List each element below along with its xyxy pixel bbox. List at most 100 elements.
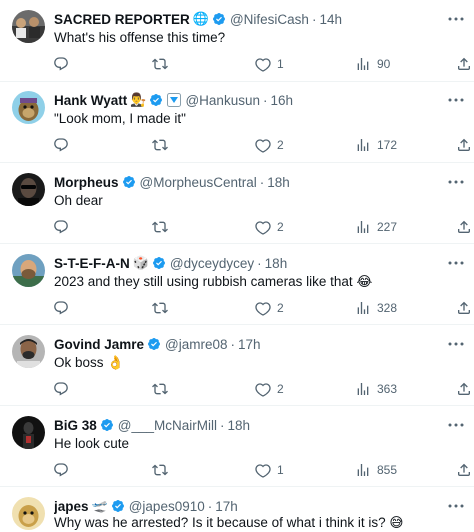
tweet-text: "Look mom, I made it" [54,110,462,128]
retweet-icon [152,383,168,395]
views-button[interactable]: 172 [355,136,397,154]
tweet-card[interactable]: SACRED REPORTER 🌐 @NifesiCash · 14h What… [0,0,474,82]
reply-button[interactable] [53,380,75,398]
timestamp[interactable]: 18h [267,175,290,190]
tweet-header: S-T-E-F-A-N 🎲 @dyceydycey · 18h [54,254,438,272]
more-options-icon[interactable] [446,335,466,353]
more-options-icon[interactable] [446,497,466,515]
reply-button[interactable] [53,461,75,479]
like-count: 2 [277,220,284,234]
share-button[interactable] [456,299,472,317]
views-button[interactable]: 90 [355,55,390,73]
user-handle[interactable]: @NifesiCash [230,12,309,27]
verified-badge-icon [122,176,135,188]
more-options-icon[interactable] [446,173,466,191]
tweet-card[interactable]: Govind Jamre @jamre08 · 17h Ok boss 👌 2 … [0,325,474,406]
user-handle[interactable]: @Hankusun [185,93,260,108]
reply-button[interactable] [53,218,75,236]
views-button[interactable]: 227 [355,218,397,236]
tweet-text-content: 2023 and they still using rubbish camera… [54,274,353,289]
tweet-card[interactable]: Morpheus @MorpheusCentral · 18h Oh dear … [0,163,474,244]
retweet-icon [152,302,168,314]
cartoon-ape-avatar[interactable] [12,497,45,530]
timestamp[interactable]: 17h [215,499,238,514]
display-name[interactable]: Morpheus [54,175,119,190]
views-chart-icon [357,139,369,151]
display-name[interactable]: Hank Wyatt [54,93,127,108]
tweet-text-content: "Look mom, I made it" [54,111,186,126]
user-handle[interactable]: @dyceydycey [170,256,254,271]
more-options-icon[interactable] [446,91,466,109]
reply-button[interactable] [53,299,75,317]
share-button[interactable] [456,218,472,236]
user-handle[interactable]: @japes0910 [129,499,205,514]
like-button[interactable]: 2 [255,218,284,236]
timestamp[interactable]: 16h [270,93,293,108]
timestamp[interactable]: 17h [238,337,261,352]
group-photo-avatar[interactable] [12,10,45,43]
timestamp[interactable]: 18h [265,256,288,271]
like-button[interactable]: 1 [255,461,284,479]
tweet-card[interactable]: S-T-E-F-A-N 🎲 @dyceydycey · 18h 2023 and… [0,244,474,325]
display-name[interactable]: Govind Jamre [54,337,144,352]
like-button[interactable]: 2 [255,136,284,154]
share-button[interactable] [456,461,472,479]
views-button[interactable]: 328 [355,299,397,317]
tweet-card[interactable]: Hank Wyatt 👨‍⚖️ @Hankusun · 16h "Look mo… [0,82,474,163]
sweat-smile-emoji: 😅 [389,515,404,531]
share-button[interactable] [456,380,472,398]
tweet-card[interactable]: BiG 38 @___McNairMill · 18h He look cute… [0,406,474,487]
like-count: 2 [277,382,284,396]
tweet-card[interactable]: japes 🛫 @japes0910 · 17h Why was he arre… [0,487,474,532]
tweet-text-content: Oh dear [54,193,103,208]
more-options-icon[interactable] [446,10,466,28]
share-button[interactable] [456,55,472,73]
heart-icon [255,383,271,397]
retweet-button[interactable] [152,136,174,154]
views-chart-icon [357,221,369,233]
tweet-text: Why was he arrested? Is it because of wh… [54,514,462,532]
user-handle[interactable]: @jamre08 [165,337,227,352]
retweet-button[interactable] [152,218,174,236]
like-count: 1 [277,463,284,477]
views-count: 855 [377,463,398,477]
reply-icon [54,301,68,315]
share-icon [458,220,470,233]
timestamp[interactable]: 14h [319,12,342,27]
retweet-button[interactable] [152,299,174,317]
user-handle[interactable]: @___McNairMill [118,418,217,433]
sunglasses-man-avatar[interactable] [12,173,45,206]
reply-icon [54,220,68,234]
man-portrait-avatar[interactable] [12,335,45,368]
verified-badge-icon [148,338,161,350]
verified-badge-icon [150,94,163,106]
heart-icon [255,221,271,235]
views-button[interactable]: 363 [355,380,397,398]
like-button[interactable]: 2 [255,380,284,398]
bearded-man-avatar[interactable] [12,254,45,287]
display-name[interactable]: japes [54,499,89,514]
timestamp[interactable]: 18h [228,418,251,433]
like-count: 2 [277,301,284,315]
display-name[interactable]: BiG 38 [54,418,97,433]
tweet-header: SACRED REPORTER 🌐 @NifesiCash · 14h [54,10,438,28]
retweet-button[interactable] [152,55,174,73]
reply-button[interactable] [53,55,75,73]
more-options-icon[interactable] [446,254,466,272]
retweet-button[interactable] [152,380,174,398]
views-button[interactable]: 855 [355,461,397,479]
views-count: 227 [377,220,398,234]
reply-button[interactable] [53,136,75,154]
user-handle[interactable]: @MorpheusCentral [140,175,257,190]
affiliate-badge-icon [167,93,182,107]
more-options-icon[interactable] [446,416,466,434]
share-button[interactable] [456,136,472,154]
cartoon-ape-avatar[interactable] [12,91,45,124]
action-bar: 2 328 [0,299,474,317]
retweet-button[interactable] [152,461,174,479]
display-name[interactable]: S-T-E-F-A-N [54,256,130,271]
like-button[interactable]: 1 [255,55,284,73]
dark-figure-avatar[interactable] [12,416,45,449]
like-button[interactable]: 2 [255,299,284,317]
display-name[interactable]: SACRED REPORTER [54,12,190,27]
